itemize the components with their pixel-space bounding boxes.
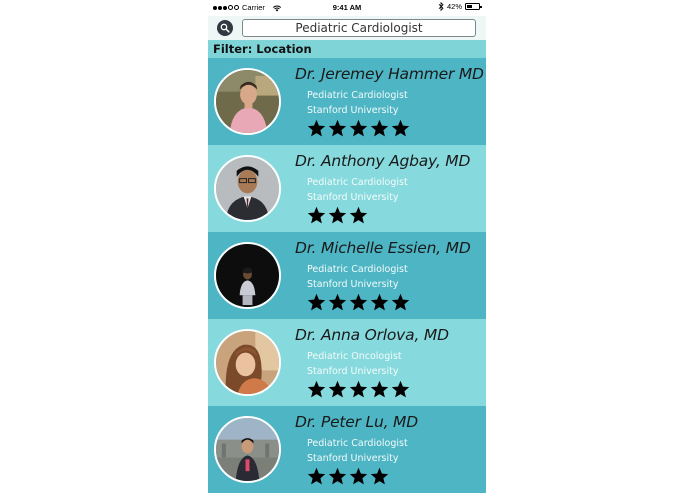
search-button[interactable] [217,20,233,36]
star-icon [370,467,389,486]
doctor-school: Stanford University [307,105,399,116]
phone-screen: Carrier 9:41 AM 42% Pediatric Cardiologi… [208,0,486,494]
battery-level [467,5,472,8]
doctor-school: Stanford University [307,192,399,203]
doctor-avatar [214,242,281,309]
star-icon [328,380,347,399]
star-icon [349,119,368,138]
doctor-name: Dr. Anthony Agbay, MD [295,152,471,170]
doctor-card[interactable]: Dr. Anna Orlova, MD Pediatric Oncologist… [208,319,486,406]
filter-bar[interactable]: Filter: Location [208,40,486,58]
doctor-card[interactable]: Dr. Jeremey Hammer MD Pediatric Cardiolo… [208,58,486,145]
star-icon [349,293,368,312]
bluetooth-icon [438,2,444,11]
star-rating [307,467,389,486]
doctor-specialty: Pediatric Oncologist [307,351,402,362]
photo-woman-long-hair [216,331,279,394]
star-rating [307,293,410,312]
doctor-avatar [214,416,281,483]
star-rating [307,380,410,399]
star-icon [328,206,347,225]
star-rating [307,206,368,225]
doctor-specialty: Pediatric Cardiologist [307,90,408,101]
doctor-avatar [214,155,281,222]
star-icon [349,467,368,486]
star-icon [370,380,389,399]
doctor-name: Dr. Jeremey Hammer MD [295,65,484,83]
star-icon [328,467,347,486]
doctor-specialty: Pediatric Cardiologist [307,264,408,275]
photo-man-pink-shirt [216,70,279,133]
doctor-name: Dr. Michelle Essien, MD [295,239,471,257]
doctor-school: Stanford University [307,453,399,464]
doctor-card[interactable]: Dr. Peter Lu, MD Pediatric Cardiologist … [208,406,486,493]
star-icon [307,467,326,486]
search-icon [220,23,230,33]
star-icon [349,380,368,399]
doctor-card[interactable]: Dr. Anthony Agbay, MD Pediatric Cardiolo… [208,145,486,232]
doctor-avatar [214,68,281,135]
doctor-name: Dr. Anna Orlova, MD [295,326,449,344]
star-icon [328,119,347,138]
doctor-school: Stanford University [307,279,399,290]
star-icon [328,293,347,312]
star-icon [391,119,410,138]
star-icon [307,293,326,312]
battery-icon [465,3,482,10]
star-icon [391,293,410,312]
star-icon [307,380,326,399]
battery-percent: 42% [446,2,462,11]
doctor-avatar [214,329,281,396]
doctor-school: Stanford University [307,366,399,377]
filter-label: Filter: Location [213,42,312,56]
photo-man-suit [216,157,279,220]
star-rating [307,119,410,138]
photo-woman-dark-background [216,244,279,307]
star-icon [391,380,410,399]
star-icon [349,206,368,225]
star-icon [370,119,389,138]
doctor-specialty: Pediatric Cardiologist [307,438,408,449]
star-icon [370,293,389,312]
search-input[interactable] [242,19,476,37]
photo-man-outdoors [216,418,279,481]
status-bar: Carrier 9:41 AM 42% [208,0,486,16]
star-icon [307,119,326,138]
search-bar [208,16,486,40]
doctor-card[interactable]: Dr. Michelle Essien, MD Pediatric Cardio… [208,232,486,319]
doctor-name: Dr. Peter Lu, MD [295,413,418,431]
status-right: 42% [438,2,482,11]
star-icon [307,206,326,225]
doctor-specialty: Pediatric Cardiologist [307,177,408,188]
